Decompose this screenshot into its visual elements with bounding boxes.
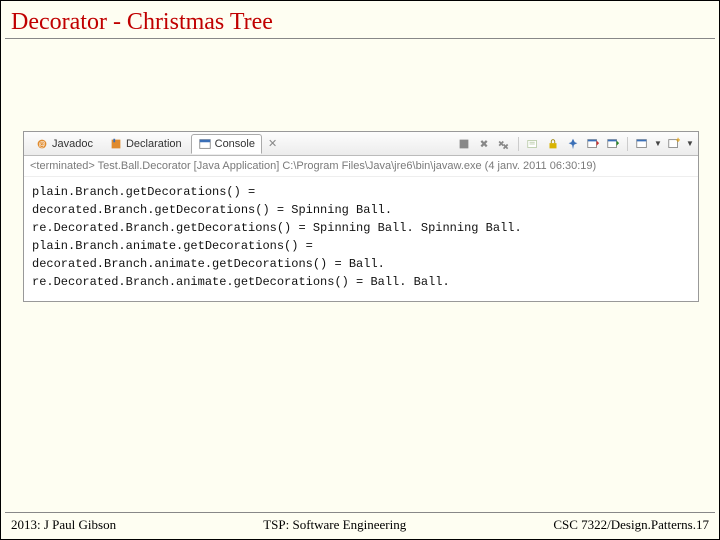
chevron-down-icon[interactable]: ▼: [654, 136, 662, 152]
console-line: re.Decorated.Branch.animate.getDecoratio…: [32, 275, 457, 289]
javadoc-icon: @: [35, 137, 49, 151]
view-tabbar: @ Javadoc Declaration Console ✕ ✖: [24, 132, 698, 156]
console-output: plain.Branch.getDecorations() = decorate…: [24, 177, 698, 301]
svg-text:✖: ✖: [480, 138, 489, 150]
toolbar-separator: [518, 137, 519, 151]
tab-declaration-label: Declaration: [126, 138, 182, 150]
display-selected-console-icon[interactable]: [634, 136, 650, 152]
declaration-icon: [109, 137, 123, 151]
console-line: decorated.Branch.getDecorations() = Spin…: [32, 203, 399, 217]
console-line: decorated.Branch.animate.getDecorations(…: [32, 257, 392, 271]
console-toolbar: ✖ ✖✖ ▼: [456, 136, 694, 152]
footer-center: TSP: Software Engineering: [263, 517, 406, 533]
show-console-on-stdout-icon[interactable]: [585, 136, 601, 152]
clear-console-icon[interactable]: [525, 136, 541, 152]
tab-javadoc-label: Javadoc: [52, 138, 93, 150]
console-line: plain.Branch.animate.getDecorations() =: [32, 239, 320, 253]
chevron-down-icon[interactable]: ▼: [686, 136, 694, 152]
svg-text:✖: ✖: [502, 142, 509, 151]
tab-console[interactable]: Console: [191, 134, 262, 154]
eclipse-console-panel: @ Javadoc Declaration Console ✕ ✖: [23, 131, 699, 302]
toolbar-separator: [627, 137, 628, 151]
launch-status-line: <terminated> Test.Ball.Decorator [Java A…: [24, 156, 698, 177]
tab-declaration[interactable]: Declaration: [102, 134, 189, 154]
slide-title: Decorator - Christmas Tree: [5, 1, 715, 39]
footer-right: CSC 7322/Design.Patterns.17: [553, 517, 709, 533]
svg-text:+: +: [676, 137, 681, 144]
tab-javadoc[interactable]: @ Javadoc: [28, 134, 100, 154]
terminate-icon[interactable]: [456, 136, 472, 152]
svg-text:@: @: [38, 141, 45, 148]
pin-console-icon[interactable]: [565, 136, 581, 152]
remove-all-icon[interactable]: ✖✖: [496, 136, 512, 152]
footer-left: 2013: J Paul Gibson: [11, 517, 116, 533]
show-console-on-stderr-icon[interactable]: [605, 136, 621, 152]
remove-launch-icon[interactable]: ✖: [476, 136, 492, 152]
tab-console-label: Console: [215, 138, 255, 150]
scroll-lock-icon[interactable]: [545, 136, 561, 152]
close-view-icon[interactable]: ✕: [264, 137, 281, 150]
slide-footer: 2013: J Paul Gibson TSP: Software Engine…: [5, 512, 715, 533]
open-console-icon[interactable]: +: [666, 136, 682, 152]
console-line: re.Decorated.Branch.getDecorations() = S…: [32, 221, 529, 235]
console-icon: [198, 137, 212, 151]
console-line: plain.Branch.getDecorations() =: [32, 185, 262, 199]
